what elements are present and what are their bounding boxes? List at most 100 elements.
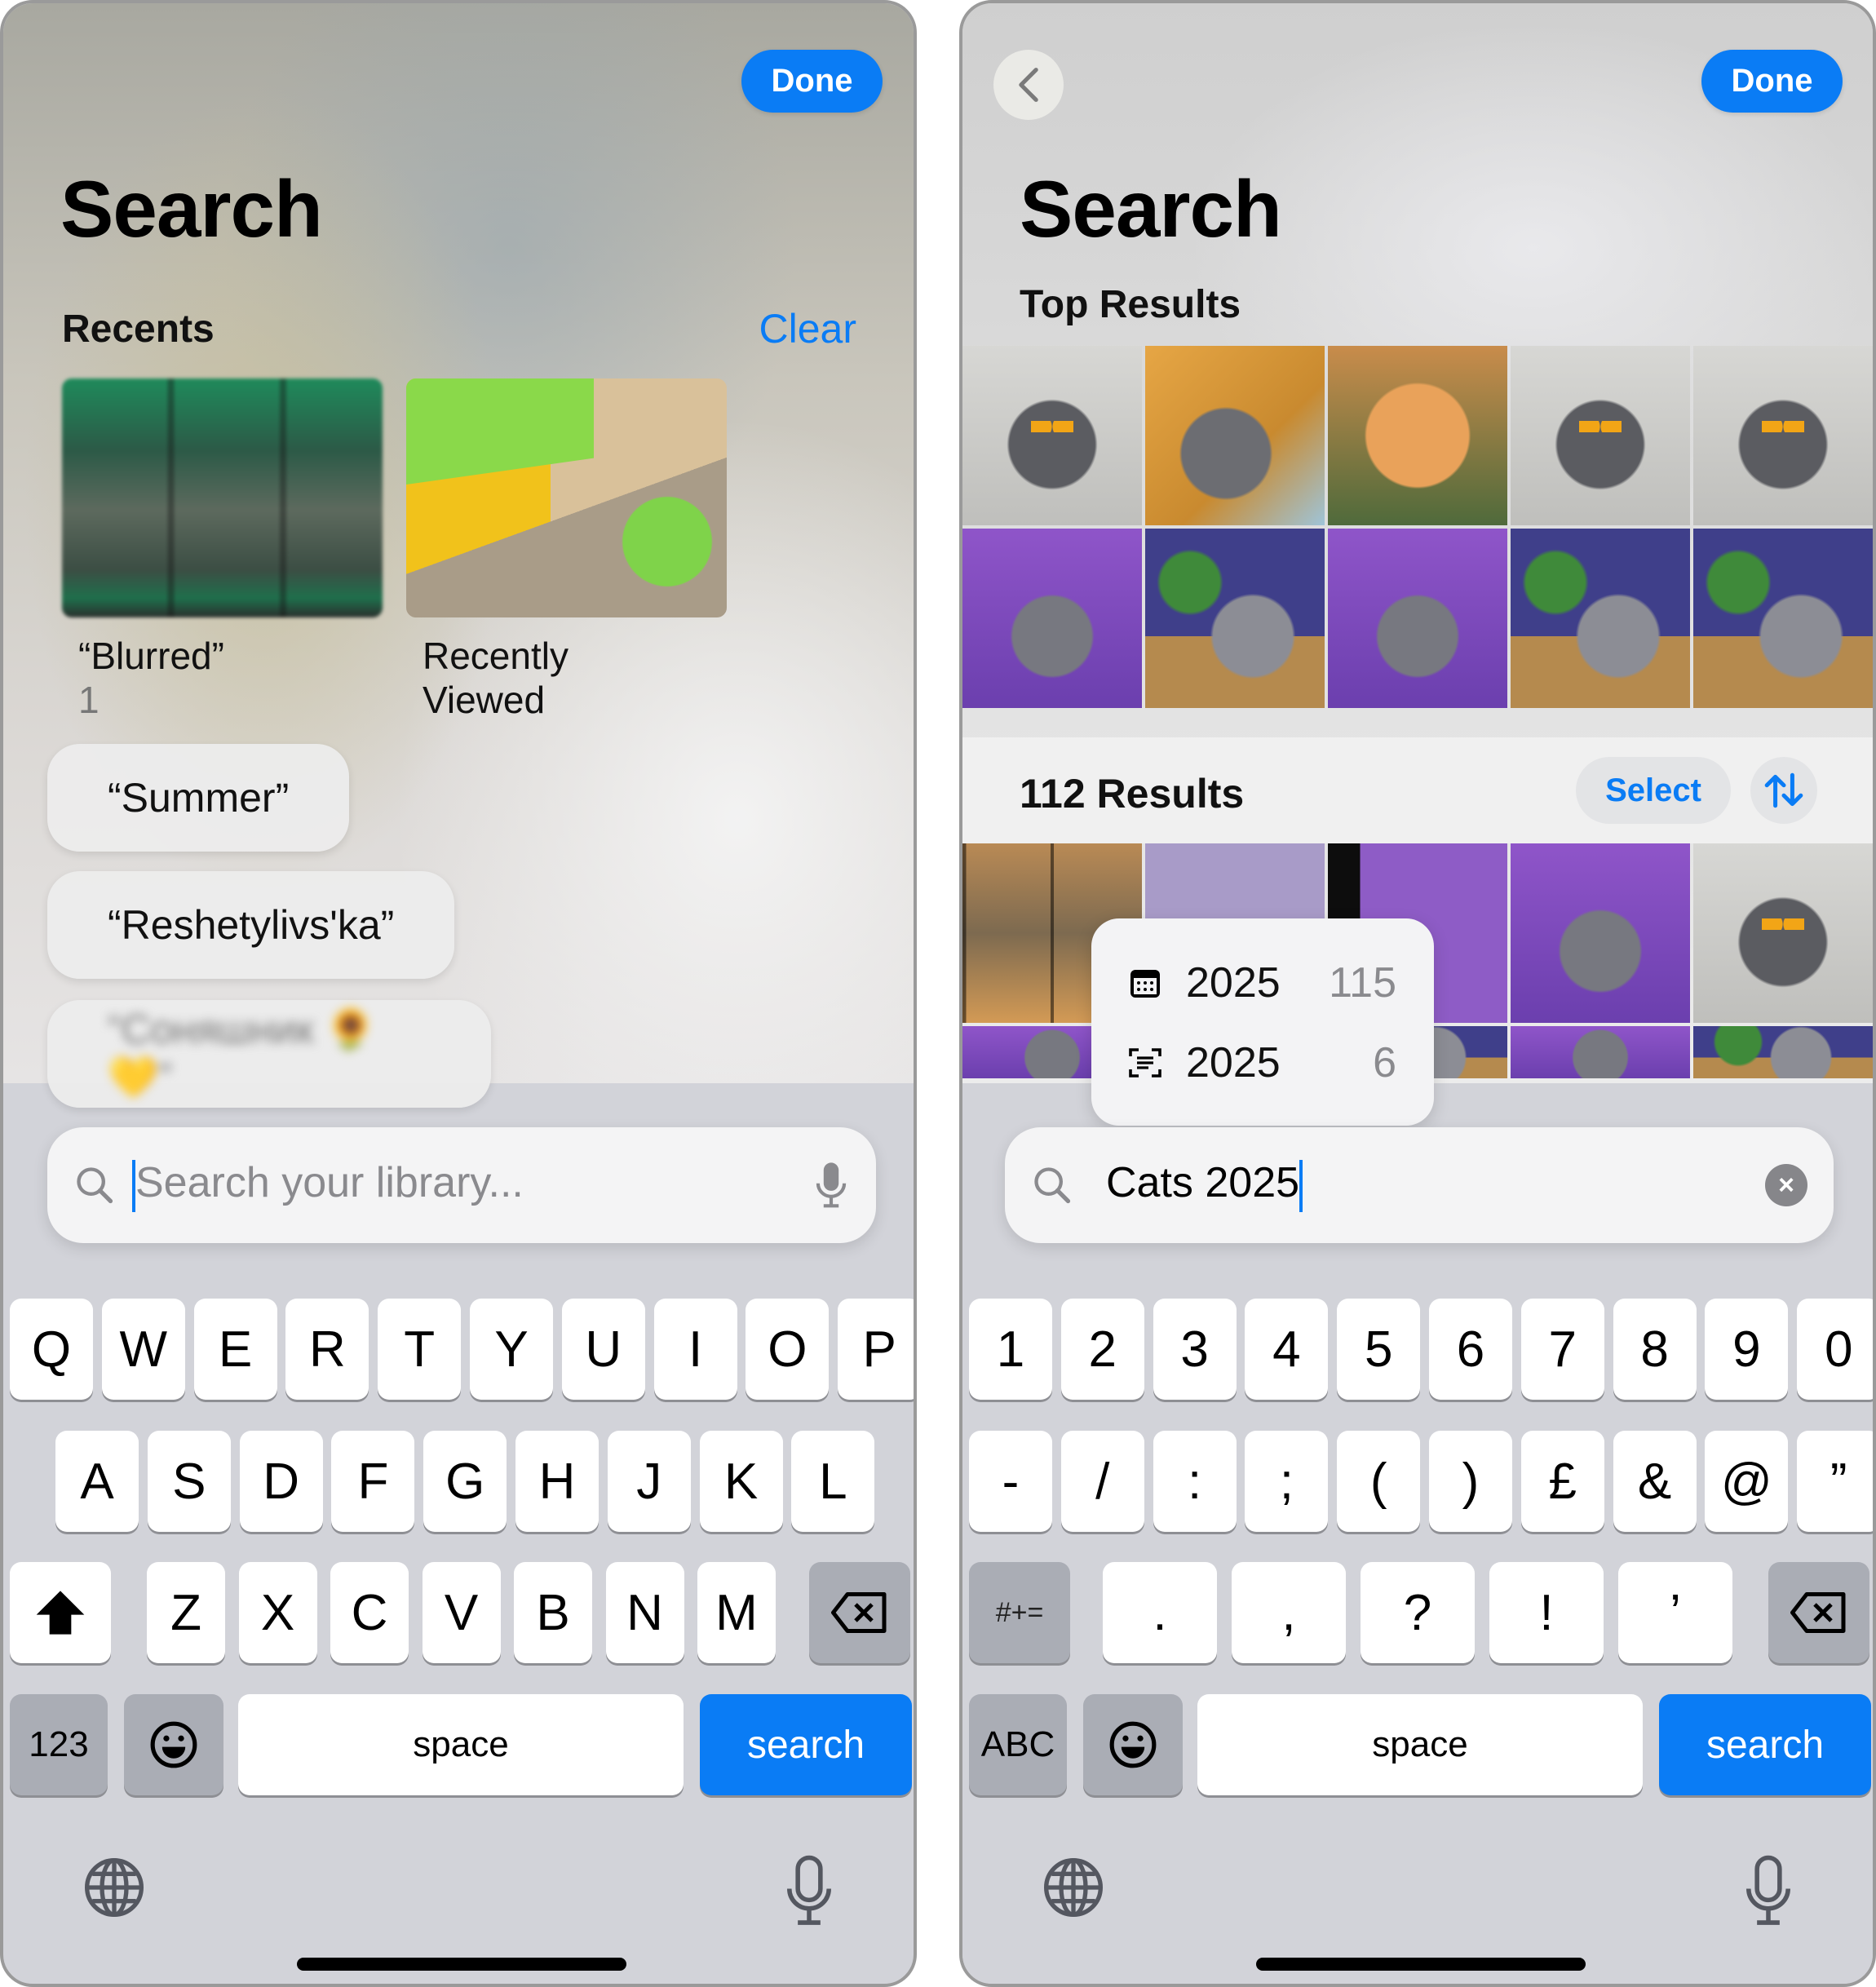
recent-search-pill[interactable]: “Cоняшник 🌻💛” [47,1000,491,1108]
key[interactable]: & [1613,1431,1697,1532]
emoji-key[interactable] [1083,1694,1183,1795]
photo-thumbnail[interactable] [1693,529,1873,708]
photo-thumbnail[interactable] [1511,346,1690,525]
key[interactable]: G [423,1431,507,1532]
key[interactable]: - [969,1431,1052,1532]
emoji-icon [1109,1721,1157,1768]
key[interactable]: . [1103,1562,1217,1663]
key[interactable]: Q [10,1299,93,1400]
back-button[interactable] [993,50,1064,120]
top-results-grid [962,346,1873,708]
key[interactable]: C [330,1562,409,1663]
space-key[interactable]: space [238,1694,684,1795]
dictation-icon[interactable] [1737,1855,1799,1928]
key[interactable]: , [1232,1562,1346,1663]
search-key[interactable]: search [1659,1694,1871,1795]
key[interactable]: ( [1337,1431,1421,1532]
key[interactable]: H [515,1431,599,1532]
key[interactable]: Z [147,1562,225,1663]
photo-thumbnail[interactable] [1511,1026,1690,1078]
key[interactable]: £ [1520,1431,1604,1532]
key[interactable]: K [699,1431,783,1532]
key[interactable]: ? [1361,1562,1475,1663]
key[interactable]: 1 [969,1299,1052,1400]
symbols-key[interactable]: #+= [969,1562,1070,1663]
photo-thumbnail[interactable] [1511,529,1690,708]
key[interactable]: B [514,1562,592,1663]
key[interactable]: I [653,1299,737,1400]
key[interactable]: A [55,1431,139,1532]
key[interactable]: X [238,1562,317,1663]
done-button[interactable]: Done [1701,50,1843,113]
key[interactable]: : [1153,1431,1237,1532]
globe-icon[interactable] [1041,1855,1106,1920]
key[interactable]: 7 [1520,1299,1604,1400]
key[interactable]: 8 [1613,1299,1697,1400]
key[interactable]: ’ [1618,1562,1732,1663]
suggestion-text[interactable]: 2025 6 [1129,1023,1396,1103]
key[interactable]: J [607,1431,691,1532]
key[interactable]: 9 [1705,1299,1789,1400]
globe-icon[interactable] [82,1855,147,1920]
photo-thumbnail[interactable] [1145,346,1325,525]
search-input[interactable]: Cats 2025 × [1005,1127,1834,1243]
key[interactable]: 5 [1337,1299,1421,1400]
key[interactable]: 2 [1060,1299,1144,1400]
search-input[interactable]: Search your library... [47,1127,876,1243]
key[interactable]: E [193,1299,277,1400]
key[interactable]: N [605,1562,684,1663]
suggestion-date[interactable]: 2025 115 [1129,943,1396,1023]
select-button[interactable]: Select [1576,757,1731,824]
photo-thumbnail[interactable] [962,529,1142,708]
key[interactable]: D [239,1431,323,1532]
clear-recents-button[interactable]: Clear [759,305,856,352]
key[interactable]: U [561,1299,645,1400]
key[interactable]: P [838,1299,914,1400]
photo-thumbnail[interactable] [1328,346,1507,525]
key[interactable]: ; [1245,1431,1329,1532]
photo-thumbnail[interactable] [1693,1026,1873,1078]
shift-key[interactable] [10,1562,111,1663]
photo-thumbnail[interactable] [1693,843,1873,1023]
search-key[interactable]: search [700,1694,912,1795]
clear-text-button[interactable]: × [1765,1164,1807,1206]
emoji-key[interactable] [124,1694,223,1795]
key[interactable]: / [1060,1431,1144,1532]
done-button[interactable]: Done [741,50,883,113]
key[interactable]: @ [1705,1431,1789,1532]
photo-thumbnail[interactable] [962,346,1142,525]
letters-mode-key[interactable]: ABC [969,1694,1067,1795]
delete-key[interactable] [809,1562,910,1663]
numbers-mode-key[interactable]: 123 [10,1694,108,1795]
photo-thumbnail[interactable] [1511,843,1690,1023]
dictation-icon[interactable] [778,1855,840,1928]
key[interactable]: R [285,1299,369,1400]
recent-search-pill[interactable]: “Reshetylivs'ka” [47,871,455,979]
microphone-icon[interactable] [812,1161,850,1210]
key[interactable]: L [791,1431,875,1532]
space-key[interactable]: space [1197,1694,1643,1795]
key[interactable]: W [101,1299,185,1400]
photo-thumbnail[interactable] [1145,529,1325,708]
key[interactable]: 4 [1245,1299,1329,1400]
key[interactable]: 3 [1153,1299,1237,1400]
key[interactable]: V [422,1562,501,1663]
key[interactable]: 0 [1797,1299,1873,1400]
photo-thumbnail[interactable] [1693,346,1873,525]
key[interactable]: O [746,1299,830,1400]
key[interactable]: Y [470,1299,553,1400]
photo-thumbnail[interactable] [1328,529,1507,708]
key[interactable]: F [331,1431,415,1532]
key[interactable]: ! [1489,1562,1604,1663]
key[interactable]: T [378,1299,462,1400]
key[interactable]: 6 [1429,1299,1512,1400]
recent-search-pill[interactable]: “Summer” [47,744,350,852]
key[interactable]: M [697,1562,776,1663]
recent-card-blurred[interactable]: “Blurred” 1 [62,378,383,722]
key[interactable]: ) [1429,1431,1512,1532]
key[interactable]: S [147,1431,231,1532]
recent-card-recently-viewed[interactable]: Recently Viewed [406,378,727,722]
delete-key[interactable] [1768,1562,1869,1663]
sort-button[interactable] [1750,757,1817,824]
key[interactable]: ” [1797,1431,1873,1532]
